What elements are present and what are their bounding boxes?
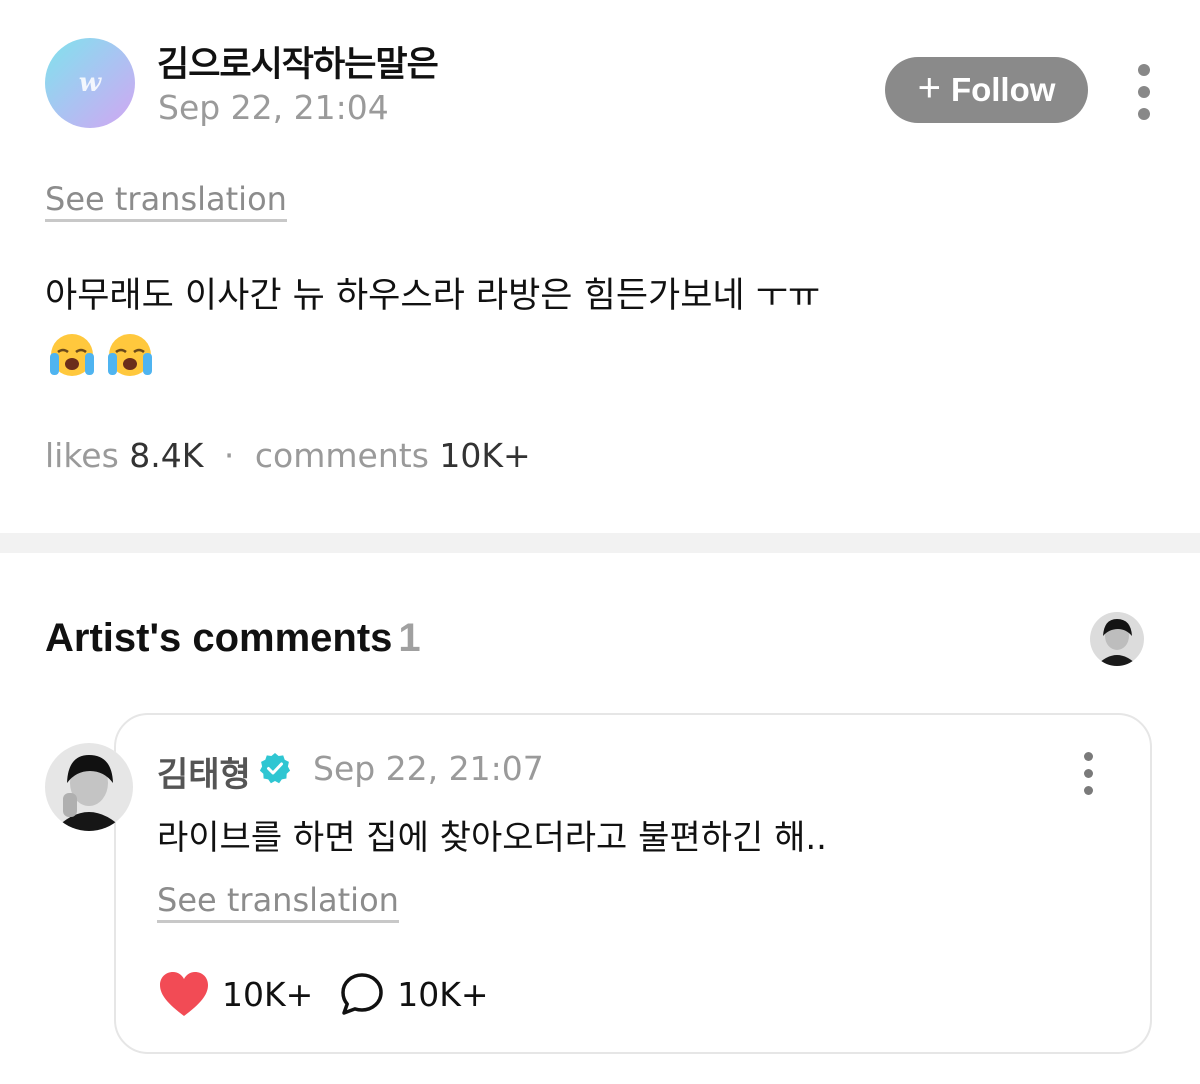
commenter-name[interactable]: 김태형 bbox=[157, 747, 251, 796]
artist-comments-title: Artist's comments 1 bbox=[45, 616, 421, 661]
post-body-text: 아무래도 이사간 뉴 하우스라 라방은 힘든가보네 ㅜㅠ bbox=[45, 276, 821, 316]
follow-label: Follow bbox=[950, 71, 1056, 108]
comment-date: Sep 22, 21:07 bbox=[313, 749, 544, 788]
post-date: Sep 22, 21:04 bbox=[158, 88, 389, 127]
stats-separator: · bbox=[223, 436, 235, 475]
post-stats: likes 8.4K · comments 10K+ bbox=[45, 436, 531, 475]
commenter-avatar[interactable] bbox=[45, 743, 133, 831]
likes-label: likes bbox=[45, 436, 119, 475]
comment-reply-count: 10K+ bbox=[397, 974, 489, 1014]
artist-comments-count: 1 bbox=[398, 616, 421, 660]
comments-label[interactable]: comments bbox=[255, 436, 429, 475]
avatar-logo-letter: w bbox=[78, 68, 102, 98]
author-name[interactable]: 김으로시작하는말은 bbox=[157, 36, 439, 87]
follow-button[interactable]: + Follow bbox=[885, 57, 1088, 123]
comments-count[interactable]: 10K+ bbox=[439, 436, 530, 475]
emoji-row bbox=[46, 330, 156, 378]
loudly-crying-face-icon bbox=[50, 334, 94, 376]
reply-bubble-icon[interactable] bbox=[339, 971, 385, 1017]
plus-icon: + bbox=[917, 66, 941, 110]
artist-mini-avatar[interactable] bbox=[1090, 612, 1144, 666]
likes-count: 8.4K bbox=[129, 436, 204, 475]
comment-like-count: 10K+ bbox=[222, 974, 314, 1014]
author-avatar[interactable]: w bbox=[45, 38, 135, 128]
more-options-icon[interactable] bbox=[1137, 64, 1151, 120]
verified-badge-icon bbox=[259, 753, 291, 784]
comment-more-options-icon[interactable] bbox=[1081, 752, 1095, 795]
artist-comments-title-text: Artist's comments bbox=[45, 616, 393, 660]
comment-text: 라이브를 하면 집에 찾아오더라고 불편하긴 해.. bbox=[157, 818, 827, 858]
heart-icon[interactable] bbox=[158, 970, 210, 1018]
comment-see-translation-link[interactable]: See translation bbox=[157, 881, 399, 924]
loudly-crying-face-icon bbox=[108, 334, 152, 376]
see-translation-link[interactable]: See translation bbox=[45, 180, 287, 223]
section-divider bbox=[0, 533, 1200, 553]
comment-reactions: 10K+ 10K+ bbox=[158, 970, 489, 1018]
